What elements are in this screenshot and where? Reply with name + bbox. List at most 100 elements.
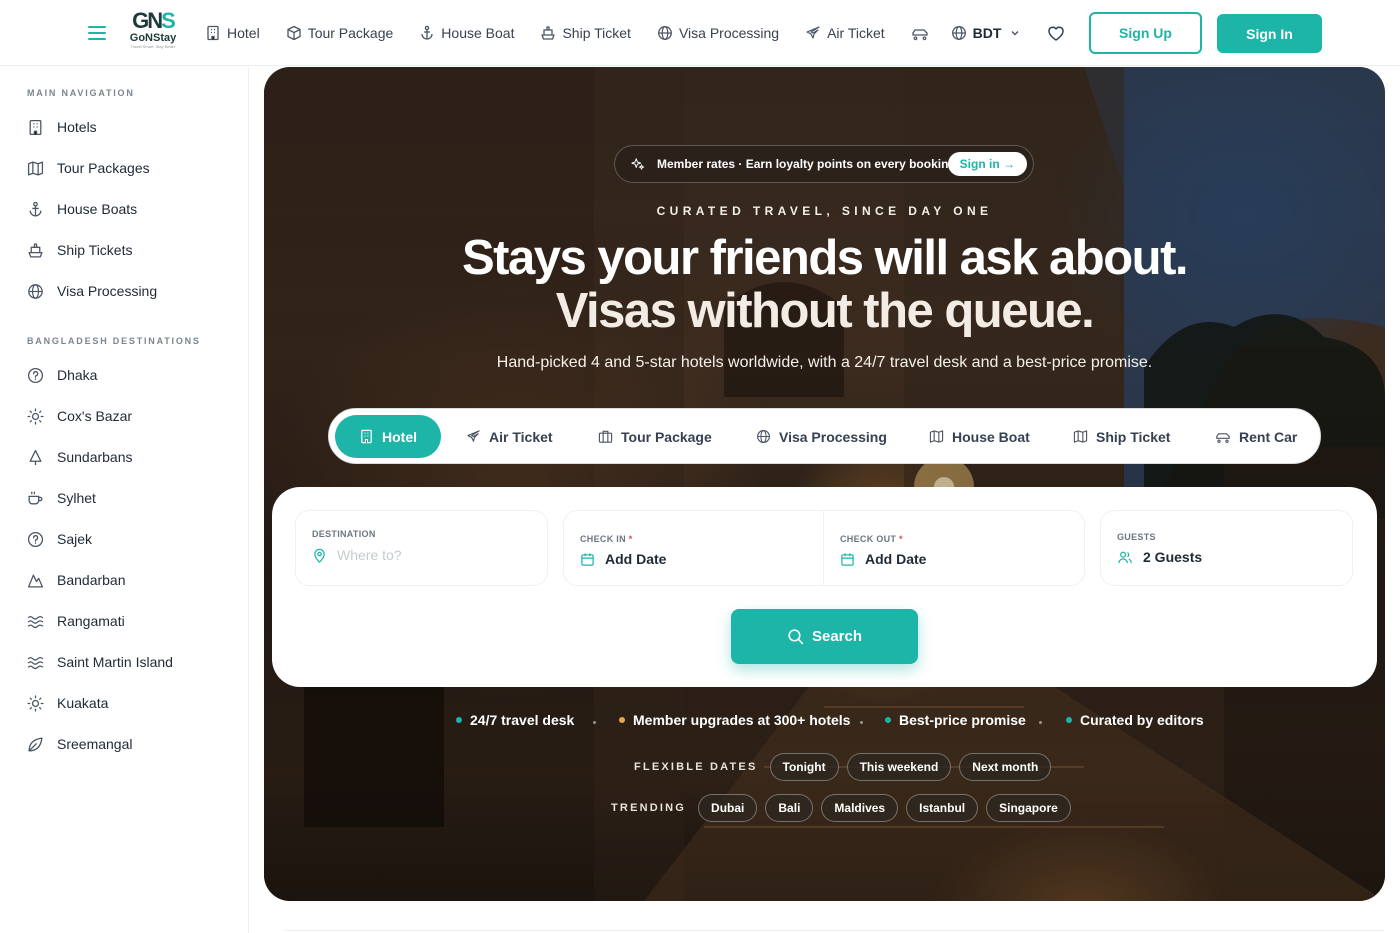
sidebar-item-label: Sylhet: [57, 490, 96, 506]
sidebar-item-saint-martin[interactable]: Saint Martin Island: [27, 652, 173, 672]
sidebar-item-label: Sreemangal: [57, 736, 133, 752]
calendar-icon: [841, 552, 854, 566]
car-icon[interactable]: [911, 25, 929, 41]
check-out-input[interactable]: Add Date: [840, 551, 926, 567]
check-in-input[interactable]: Add Date: [580, 551, 666, 567]
sign-in-button[interactable]: Sign In: [1217, 14, 1322, 53]
tab-rent-car[interactable]: Rent Car: [1215, 415, 1297, 458]
tab-tour-package[interactable]: Tour Package: [598, 415, 712, 458]
currency-selector[interactable]: BDT: [951, 25, 1022, 41]
users-icon: [1118, 551, 1132, 563]
check-in-value: Add Date: [605, 551, 667, 567]
sidebar-item-sreemangal[interactable]: Sreemangal: [27, 734, 133, 754]
chip-tonight[interactable]: Tonight: [769, 753, 839, 781]
hero-headline-line-2: Visas without the queue.: [555, 284, 1095, 338]
sidebar-item-coxs-bazar[interactable]: Cox's Bazar: [27, 406, 132, 426]
feature-highlights: 24/7 travel desk Member upgrades at 300+…: [264, 712, 1385, 732]
feature-item: Curated by editors: [1066, 712, 1204, 728]
sidebar-item-sajek[interactable]: Sajek: [27, 529, 92, 549]
member-rates-banner: Member rates · Earn loyalty points on ev…: [614, 145, 1034, 183]
guests-input[interactable]: 2 Guests: [1117, 549, 1202, 565]
logo-wordmark: GoNStay: [129, 32, 177, 44]
destination-input[interactable]: Where to?: [312, 547, 402, 563]
guests-field[interactable]: GUESTS 2 Guests: [1100, 510, 1353, 586]
sidebar-item-tour-packages[interactable]: Tour Packages: [27, 158, 150, 178]
calendar-icon: [581, 552, 594, 566]
top-nav-links: Hotel Tour Package House Boat Ship Ticke…: [205, 22, 1047, 44]
top-navbar: GNS GoNStay Travel Smart, Stay Better Ho…: [0, 0, 1400, 66]
nav-tour-package-label: Tour Package: [307, 25, 394, 41]
nav-house-boat-label: House Boat: [441, 25, 515, 41]
nav-hotel[interactable]: Hotel: [205, 25, 260, 41]
sidebar-item-label: Tour Packages: [57, 160, 150, 176]
map-pin-icon: [314, 548, 325, 563]
nav-tour-package[interactable]: Tour Package: [286, 25, 394, 41]
sidebar-item-ship-tickets[interactable]: Ship Tickets: [27, 240, 132, 260]
plane-icon: [806, 26, 820, 39]
sidebar-item-rangamati[interactable]: Rangamati: [27, 611, 125, 631]
nav-air-ticket[interactable]: Air Ticket: [805, 25, 885, 41]
map-icon: [929, 430, 944, 443]
tab-air-ticket[interactable]: Air Ticket: [466, 415, 553, 458]
heart-icon[interactable]: [1046, 23, 1066, 43]
help-circle-icon: [27, 367, 44, 383]
sidebar-item-label: Dhaka: [57, 367, 98, 383]
sidebar-item-bandarban[interactable]: Bandarban: [27, 570, 126, 590]
member-rates-text: Member rates · Earn loyalty points on ev…: [657, 157, 956, 171]
nav-ship-ticket[interactable]: Ship Ticket: [540, 25, 631, 41]
leaf-icon: [28, 736, 43, 752]
sidebar-item-hotels[interactable]: Hotels: [27, 117, 97, 137]
chip-maldives[interactable]: Maldives: [821, 794, 899, 822]
tab-label: Tour Package: [621, 428, 712, 445]
map-icon: [27, 160, 44, 176]
chip-dubai[interactable]: Dubai: [698, 794, 758, 822]
tab-house-boat[interactable]: House Boat: [929, 415, 1030, 458]
ship-icon: [28, 242, 43, 258]
menu-icon[interactable]: [86, 22, 108, 44]
tab-hotel[interactable]: Hotel: [335, 415, 441, 458]
sidebar-item-label: Kuakata: [57, 695, 109, 711]
tab-visa-processing[interactable]: Visa Processing: [756, 415, 887, 458]
car-icon: [1216, 433, 1230, 443]
guests-label: GUESTS: [1117, 532, 1156, 542]
waves-icon: [27, 656, 44, 669]
nav-air-ticket-label: Air Ticket: [827, 25, 885, 41]
feature-separator: [860, 721, 863, 724]
chip-this-weekend[interactable]: This weekend: [846, 753, 952, 781]
globe-icon: [28, 283, 43, 299]
chip-bali[interactable]: Bali: [765, 794, 814, 822]
tab-label: Rent Car: [1239, 428, 1298, 445]
destination-field[interactable]: DESTINATION Where to?: [295, 510, 548, 586]
nav-visa-processing[interactable]: Visa Processing: [657, 25, 779, 41]
chip-next-month[interactable]: Next month: [959, 753, 1052, 781]
sidebar-item-label: Sajek: [57, 531, 93, 547]
hotel-search-form: DESTINATION Where to? CHECK IN * Add Dat…: [272, 487, 1377, 687]
brand-logo[interactable]: GNS GoNStay Travel Smart, Stay Better: [124, 10, 182, 54]
destination-placeholder: Where to?: [337, 547, 402, 563]
sidebar-item-label: Saint Martin Island: [57, 654, 173, 670]
chip-singapore[interactable]: Singapore: [986, 794, 1071, 822]
sun-icon: [27, 407, 44, 425]
chip-istanbul[interactable]: Istanbul: [906, 794, 979, 822]
check-out-value: Add Date: [865, 551, 927, 567]
feature-dot: [456, 717, 462, 723]
sidebar-item-visa-processing[interactable]: Visa Processing: [27, 281, 157, 301]
sparkles-icon: [631, 158, 645, 170]
sign-up-button[interactable]: Sign Up: [1089, 12, 1202, 54]
nav-house-boat[interactable]: House Boat: [419, 25, 514, 41]
check-out-label: CHECK OUT *: [840, 534, 903, 544]
globe-icon: [757, 430, 770, 443]
sidebar-item-kuakata[interactable]: Kuakata: [27, 693, 108, 713]
sidebar-item-house-boats[interactable]: House Boats: [27, 199, 137, 219]
date-divider: [823, 511, 824, 585]
sidebar-item-sylhet[interactable]: Sylhet: [27, 488, 96, 508]
search-button[interactable]: Search: [731, 609, 918, 664]
sidebar-item-label: Cox's Bazar: [57, 408, 133, 424]
tab-ship-ticket[interactable]: Ship Ticket: [1073, 415, 1170, 458]
feature-item: Member upgrades at 300+ hotels: [619, 712, 850, 728]
sidebar-item-dhaka[interactable]: Dhaka: [27, 365, 97, 385]
sidebar-item-sundarbans[interactable]: Sundarbans: [27, 447, 133, 467]
member-sign-in-link[interactable]: Sign in →: [947, 152, 1027, 176]
tab-label: Ship Ticket: [1096, 428, 1171, 445]
trending-row: TRENDING Dubai Bali Maldives Istanbul Si…: [611, 794, 1079, 822]
